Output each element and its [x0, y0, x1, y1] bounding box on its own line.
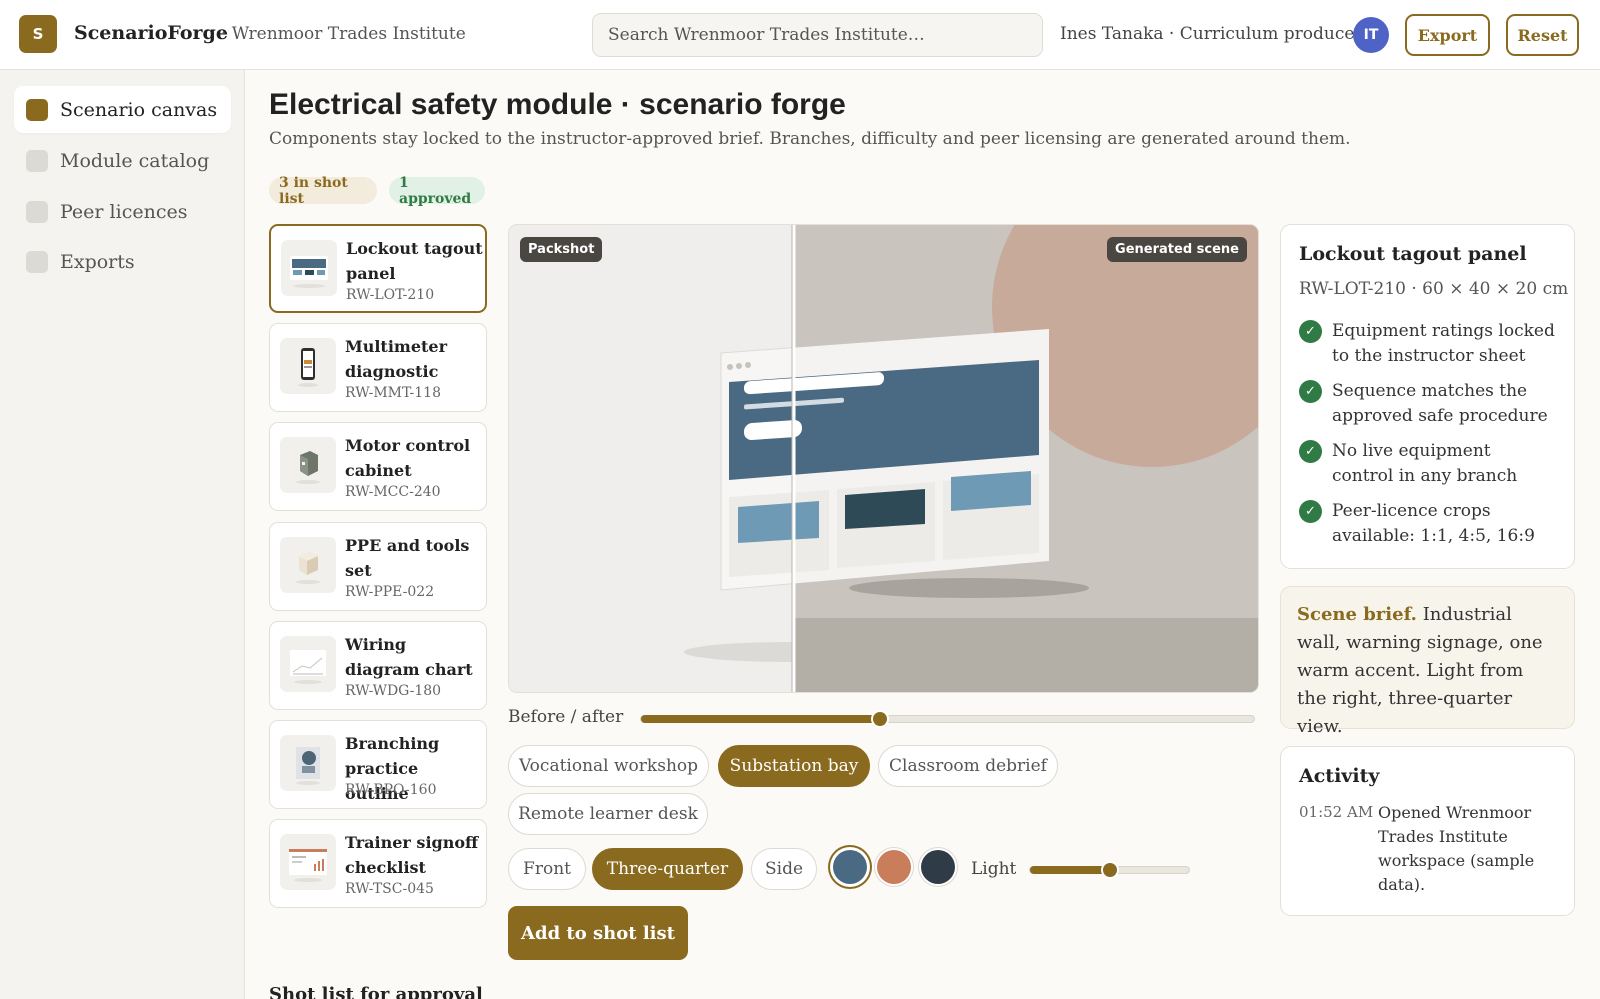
component-sku: RW-PPE-022: [345, 584, 435, 600]
check-icon: ✓: [1299, 500, 1322, 523]
scene-chip-classroom-debrief[interactable]: Classroom debrief: [878, 745, 1058, 787]
exports-icon: [26, 250, 48, 273]
packshot-label: Packshot: [520, 237, 603, 262]
sidebar-item-label: Peer licences: [60, 200, 188, 223]
component-sku: RW-MMT-118: [345, 385, 441, 401]
angle-chip-side[interactable]: Side: [751, 848, 817, 890]
swatch-charcoal[interactable]: [921, 850, 955, 884]
component-card-trainer-signoff[interactable]: Trainer signoff checklist RW-TSC-045: [269, 819, 487, 908]
component-name: PPE and tools set: [345, 536, 470, 580]
component-name: Lockout tagout panel: [346, 239, 483, 283]
check-item: ✓ Sequence matches the approved safe pro…: [1299, 379, 1557, 429]
component-sku: RW-MCC-240: [345, 484, 441, 500]
component-detail-panel: Lockout tagout panel RW-LOT-210 · 60 × 4…: [1280, 224, 1575, 569]
shot-list-heading: Shot list for approval: [269, 984, 483, 999]
panel-thumbnail-icon: [281, 240, 337, 296]
component-name: Motor control cabinet: [345, 436, 471, 480]
before-after-fill: [641, 715, 881, 723]
app-name: ScenarioForge: [74, 22, 228, 44]
component-card-wiring-diagram[interactable]: Wiring diagram chart RW-WDG-180: [269, 621, 487, 710]
app-logo[interactable]: S: [19, 15, 57, 53]
org-name: · Wrenmoor Trades Institute: [221, 24, 466, 44]
sidebar-item-module-catalog[interactable]: Module catalog: [14, 137, 231, 184]
reset-button[interactable]: Reset: [1506, 14, 1579, 56]
top-bar: S ScenarioForge · Wrenmoor Trades Instit…: [0, 0, 1600, 70]
component-card-motor-control[interactable]: Motor control cabinet RW-MCC-240: [269, 422, 487, 511]
sidebar-item-scenario-canvas[interactable]: Scenario canvas: [14, 86, 231, 133]
light-slider[interactable]: [1029, 861, 1190, 879]
component-sku: RW-WDG-180: [345, 683, 442, 699]
check-item: ✓ Peer-licence crops available: 1:1, 4:5…: [1299, 499, 1557, 549]
activity-title: Activity: [1299, 765, 1380, 787]
light-label: Light: [971, 859, 1017, 879]
checklist-thumbnail-icon: [280, 834, 336, 890]
check-item: ✓ No live equipment control in any branc…: [1299, 439, 1557, 489]
before-after-handle[interactable]: [871, 710, 890, 728]
chart-thumbnail-icon: [280, 636, 336, 692]
sidebar-item-label: Exports: [60, 250, 135, 273]
check-icon: ✓: [1299, 380, 1322, 403]
detail-title: Lockout tagout panel: [1299, 243, 1527, 265]
scenario-canvas-icon: [26, 98, 48, 121]
sidebar-item-peer-licences[interactable]: Peer licences: [14, 188, 231, 235]
activity-text: Opened Wrenmoor Trades Institute workspa…: [1378, 803, 1535, 894]
phone-thumbnail-icon: [280, 338, 336, 394]
module-catalog-icon: [26, 149, 48, 172]
sidebar-item-exports[interactable]: Exports: [14, 238, 231, 285]
component-sku: RW-BPO-160: [345, 782, 437, 798]
add-to-shot-list-button[interactable]: Add to shot list: [508, 906, 688, 960]
scene-chip-remote-learner-desk[interactable]: Remote learner desk: [508, 793, 708, 835]
before-after-label: Before / after: [508, 707, 624, 727]
approved-count-badge: 1 approved: [389, 175, 485, 207]
export-button[interactable]: Export: [1405, 14, 1490, 56]
light-handle[interactable]: [1100, 861, 1119, 879]
scene-chip-substation-bay[interactable]: Substation bay: [718, 745, 870, 787]
page-title: Electrical safety module · scenario forg…: [269, 88, 846, 121]
swatch-slate-blue[interactable]: [833, 850, 867, 884]
scene-brief: Scene brief. Industrial wall, warning si…: [1280, 586, 1575, 737]
avatar[interactable]: IT: [1353, 17, 1389, 53]
component-card-ppe-tools[interactable]: PPE and tools set RW-PPE-022: [269, 522, 487, 611]
check-item: ✓ Equipment ratings locked to the instru…: [1299, 319, 1557, 369]
light-fill: [1030, 866, 1110, 874]
component-card-multimeter[interactable]: Multimeter diagnostic RW-MMT-118: [269, 323, 487, 412]
component-card-lockout-tagout[interactable]: Lockout tagout panel RW-LOT-210: [269, 224, 487, 313]
check-icon: ✓: [1299, 440, 1322, 463]
box-thumbnail-icon: [280, 537, 336, 593]
cabinet-thumbnail-icon: [280, 437, 336, 493]
component-name: Trainer signoff checklist: [345, 833, 479, 877]
activity-time: 01:52 AM: [1299, 803, 1374, 821]
component-name: Multimeter diagnostic: [345, 337, 447, 381]
before-after-preview[interactable]: Packshot Generated scene: [508, 224, 1259, 693]
peer-licences-icon: [26, 200, 48, 223]
angle-chip-front[interactable]: Front: [508, 848, 586, 890]
activity-panel: Activity 01:52 AM Opened Wrenmoor Trades…: [1280, 746, 1575, 916]
sidebar: Scenario canvas Module catalog Peer lice…: [0, 70, 245, 999]
component-name: Wiring diagram chart: [345, 635, 473, 679]
page-subtitle: Components stay locked to the instructor…: [269, 129, 1351, 149]
component-sku: RW-TSC-045: [345, 881, 434, 897]
angle-chip-three-quarter[interactable]: Three-quarter: [592, 848, 743, 890]
detail-spec: RW-LOT-210 · 60 × 40 × 20 cm: [1299, 279, 1569, 299]
swatch-terracotta[interactable]: [877, 850, 911, 884]
before-after-slider[interactable]: [640, 710, 1255, 728]
outline-thumbnail-icon: [280, 735, 336, 791]
component-card-branching-outline[interactable]: Branching practice outline RW-BPO-160: [269, 720, 487, 809]
check-icon: ✓: [1299, 320, 1322, 343]
user-name: Ines Tanaka · Curriculum producer: [1060, 24, 1363, 44]
sidebar-item-label: Module catalog: [60, 149, 210, 172]
sidebar-item-label: Scenario canvas: [60, 98, 218, 121]
scene-chip-vocational-workshop[interactable]: Vocational workshop: [508, 745, 709, 787]
scene-brief-lead: Scene brief.: [1297, 604, 1417, 625]
component-sku: RW-LOT-210: [346, 287, 435, 303]
search-input[interactable]: [592, 13, 1043, 57]
generated-scene-label: Generated scene: [1107, 237, 1247, 262]
shot-list-count-badge: 3 in shot list: [269, 175, 377, 207]
